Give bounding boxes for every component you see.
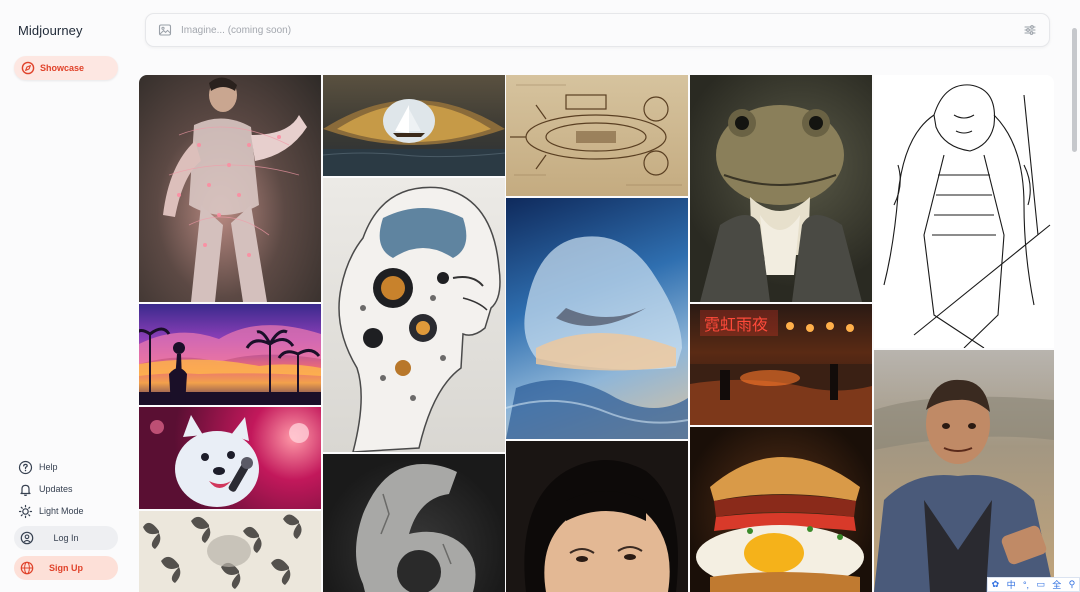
- ime-skin-icon[interactable]: ⚲: [1069, 579, 1076, 590]
- sandwich-art: [696, 457, 864, 592]
- ime-paw-icon[interactable]: ✿: [992, 579, 1000, 590]
- sneaker-art: [506, 236, 688, 439]
- page-scrollbar[interactable]: [1072, 28, 1077, 152]
- light-mode-toggle[interactable]: Light Mode: [18, 500, 118, 522]
- gallery-item-mechanical-head[interactable]: [323, 178, 505, 452]
- woman-portrait-art: [524, 460, 678, 592]
- updates-link[interactable]: Updates: [18, 478, 118, 500]
- brand-title[interactable]: Midjourney: [18, 23, 83, 38]
- imagine-input[interactable]: [181, 24, 1023, 36]
- ime-screen-icon[interactable]: ▭: [1036, 579, 1045, 590]
- ime-fullwidth-icon[interactable]: 全: [1052, 578, 1061, 591]
- nav-showcase[interactable]: Showcase: [14, 56, 118, 80]
- gallery-item-toad-portrait[interactable]: [690, 75, 872, 302]
- help-link[interactable]: Help: [18, 456, 118, 478]
- gallery-item-eye-sailboat[interactable]: [323, 75, 505, 176]
- nav-showcase-label: Showcase: [40, 63, 85, 73]
- signup-label: Sign Up: [49, 563, 83, 573]
- login-button[interactable]: Log In: [14, 526, 118, 550]
- gallery-item-number-six[interactable]: [323, 454, 505, 592]
- light-mode-label: Light Mode: [39, 506, 84, 516]
- man-denim-art: [874, 379, 1054, 592]
- bottom-links: Help Updates Light Mode: [18, 456, 118, 522]
- dog-art: [150, 415, 309, 507]
- butterflies-art: [143, 514, 302, 589]
- gallery-item-neon-street[interactable]: 霓虹雨夜: [690, 304, 872, 425]
- login-label: Log In: [53, 533, 79, 543]
- gallery-item-sunset-palms[interactable]: [139, 304, 321, 405]
- airship-art: [510, 84, 682, 186]
- sidebar: Midjourney Showcase Help Updates Light M…: [0, 0, 138, 592]
- number-six-art: [356, 464, 476, 592]
- bell-icon: [18, 482, 33, 497]
- help-label: Help: [39, 462, 58, 472]
- globe-icon: [20, 561, 34, 575]
- gallery-item-airship-sketch[interactable]: [506, 75, 688, 196]
- mechanical-head-art: [338, 186, 501, 452]
- gallery-item-man-denim[interactable]: [874, 350, 1054, 592]
- compass-icon: [21, 61, 35, 75]
- elf-line-art: [883, 84, 1051, 348]
- gallery-item-butterflies[interactable]: [139, 511, 321, 592]
- ime-punct-icon[interactable]: °,: [1023, 580, 1029, 590]
- armor-figure-art: [163, 77, 307, 302]
- gallery-item-glass-sneaker[interactable]: [506, 198, 688, 439]
- neon-sign-text: 霓虹雨夜: [704, 315, 768, 334]
- neon-street-art: 霓虹雨夜: [690, 310, 872, 425]
- settings-sliders-icon[interactable]: [1023, 23, 1037, 37]
- gallery-item-glowing-armor[interactable]: [139, 75, 321, 302]
- app-root: Midjourney Showcase Help Updates Light M…: [0, 0, 1080, 592]
- user-circle-icon: [20, 531, 34, 545]
- toad-art: [700, 105, 862, 302]
- image-icon: [158, 23, 172, 37]
- help-icon: [18, 460, 33, 475]
- sun-icon: [18, 504, 33, 519]
- gallery-item-breakfast-sandwich[interactable]: [690, 427, 872, 592]
- eye-sailboat-art: [323, 99, 505, 176]
- ime-toolbar[interactable]: ✿ 中 °, ▭ 全 ⚲: [987, 577, 1080, 592]
- showcase-gallery: 霓虹雨夜: [139, 75, 1054, 592]
- signup-button[interactable]: Sign Up: [14, 556, 118, 580]
- palms-silhouette-art: [139, 325, 321, 405]
- gallery-item-singing-dog[interactable]: [139, 407, 321, 509]
- updates-label: Updates: [39, 484, 73, 494]
- ime-mode-label[interactable]: 中: [1007, 578, 1016, 591]
- imagine-bar[interactable]: [145, 13, 1050, 47]
- gallery-item-woman-portrait[interactable]: [506, 441, 688, 592]
- gallery-item-elf-archer[interactable]: [874, 75, 1054, 348]
